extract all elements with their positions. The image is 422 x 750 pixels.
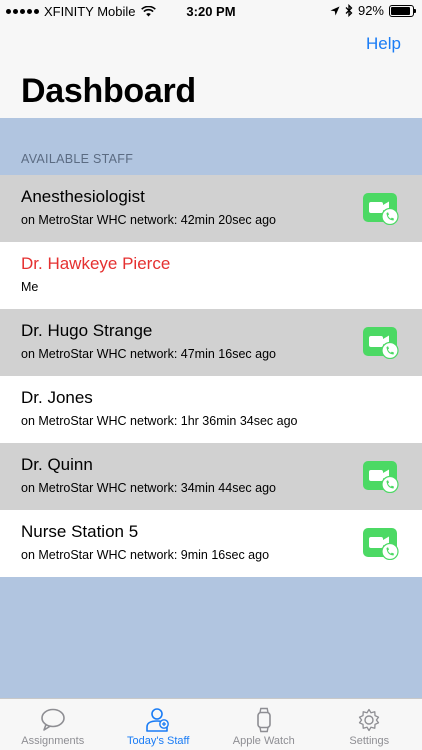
tab-label: Apple Watch: [232, 735, 295, 747]
staff-detail: on MetroStar WHC network: 1hr 36min 34se…: [21, 414, 298, 428]
staff-list: Anesthesiologist on MetroStar WHC network…: [0, 175, 422, 577]
staff-name: Dr. Quinn: [21, 455, 93, 474]
status-right: 92%: [330, 3, 416, 18]
tab-label: Assignments: [21, 735, 85, 747]
page-title: Dashboard: [21, 72, 196, 110]
tab-label: Settings: [349, 735, 390, 747]
staff-name: Dr. Hugo Strange: [21, 321, 153, 340]
staff-row[interactable]: Anesthesiologist on MetroStar WHC network…: [0, 175, 422, 242]
watch-icon: [256, 707, 271, 733]
staff-detail: on MetroStar WHC network: 47min 16sec ag…: [21, 347, 276, 361]
staff-name: Dr. Jones: [21, 388, 93, 407]
facetime-call-icon[interactable]: [363, 461, 399, 494]
location-arrow-icon: [330, 6, 340, 15]
staff-icon: [146, 708, 170, 732]
staff-detail: on MetroStar WHC network: 34min 44sec ag…: [21, 481, 276, 495]
tab-todays-staff[interactable]: Today's Staff: [106, 699, 212, 750]
battery-icon: [389, 4, 416, 17]
staff-row[interactable]: Dr. Quinn on MetroStar WHC network: 34min…: [0, 443, 422, 510]
tab-assignments[interactable]: Assignments: [0, 699, 106, 750]
staff-name: Anesthesiologist: [21, 187, 145, 206]
staff-name: Nurse Station 5: [21, 522, 139, 541]
tab-apple-watch[interactable]: Apple Watch: [211, 699, 317, 750]
section-header: AVAILABLE STAFF: [21, 152, 134, 166]
battery-percent: 92%: [357, 3, 384, 18]
staff-detail: on MetroStar WHC network: 9min 16sec ago: [21, 548, 270, 562]
gear-icon: [359, 708, 380, 732]
status-bar: XFINITY Mobile 3:20 PM 92%: [0, 0, 422, 24]
staff-row[interactable]: Dr. Hugo Strange on MetroStar WHC network…: [0, 309, 422, 376]
staff-detail: Me: [21, 280, 39, 294]
staff-detail: on MetroStar WHC network: 42min 20sec ag…: [21, 213, 276, 227]
bluetooth-icon: [345, 4, 353, 17]
tab-settings[interactable]: Settings: [317, 699, 422, 750]
help-button[interactable]: Help: [366, 34, 401, 54]
navigation-header: Help Dashboard: [0, 24, 422, 118]
facetime-call-icon[interactable]: [363, 193, 399, 226]
staff-name: Dr. Hawkeye Pierce: [21, 254, 171, 273]
facetime-call-icon[interactable]: [363, 528, 399, 561]
speech-bubble-icon: [40, 708, 65, 731]
staff-row[interactable]: Nurse Station 5 on MetroStar WHC network:…: [0, 510, 422, 577]
staff-row[interactable]: Dr. Hawkeye Pierce Me: [0, 242, 422, 309]
tab-label: Today's Staff: [127, 735, 190, 747]
tab-bar: Assignments Today's Staff Apple Watch Se…: [0, 698, 422, 750]
facetime-call-icon[interactable]: [363, 327, 399, 360]
staff-row[interactable]: Dr. Jones on MetroStar WHC network: 1hr 3…: [0, 376, 422, 443]
